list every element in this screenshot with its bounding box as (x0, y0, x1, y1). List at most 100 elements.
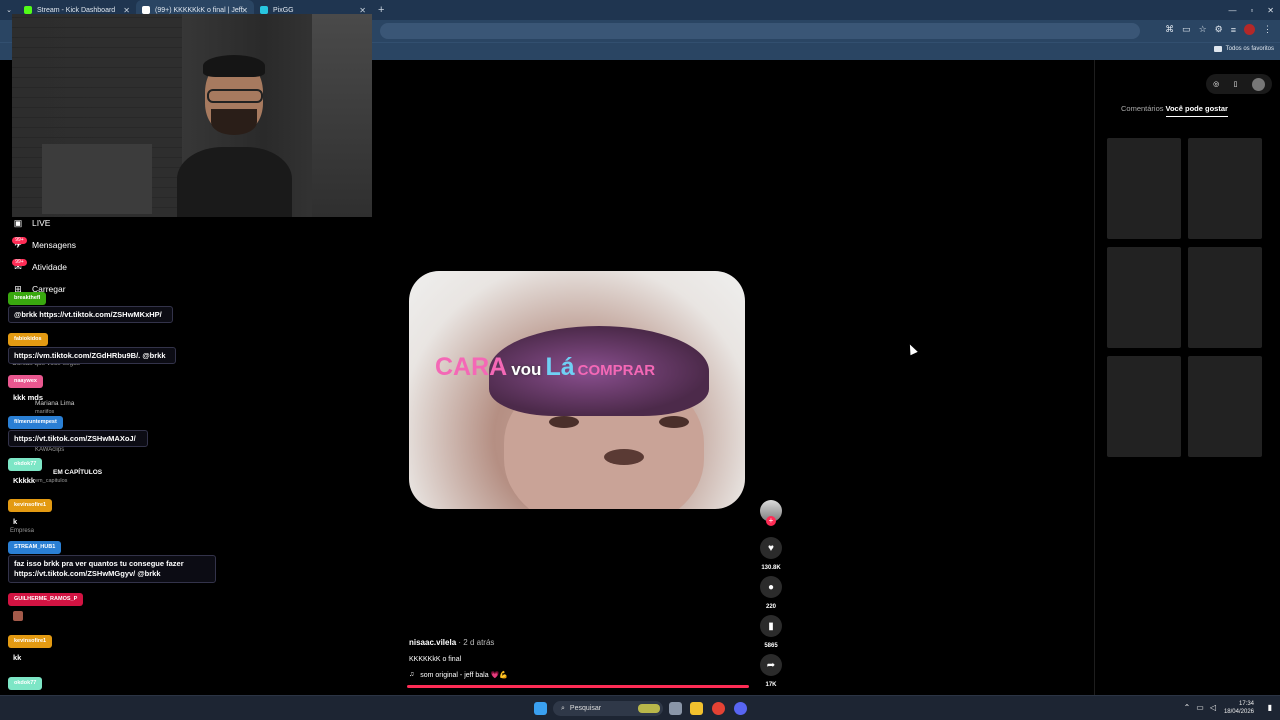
clock[interactable]: 17:34 18/04/2026 (1224, 700, 1254, 716)
live-icon: ▣ (13, 217, 23, 228)
chat-message: faz isso brkk pra ver quantos tu consegu… (8, 555, 216, 583)
coin-icon[interactable]: ◎ (1213, 80, 1219, 88)
caption-word: Lá (545, 353, 575, 381)
bookmark-icon: ▮ (760, 615, 782, 637)
chat-username: kevinsofire1 (8, 499, 53, 512)
video-eye (549, 416, 579, 428)
profile-avatar[interactable] (1244, 24, 1255, 35)
chat-emote (13, 611, 23, 621)
share-icon: ➦ (760, 654, 782, 676)
network-icon[interactable]: ▭ (1196, 703, 1204, 712)
user-avatar[interactable] (1251, 77, 1265, 91)
suggested-thumbnail[interactable] (1107, 138, 1181, 239)
windows-taskbar: ⌕ Pesquisar ⌃ ▭ ◁ 17:34 18/04/2026 ▮ (0, 695, 1280, 720)
media-icon[interactable]: ≡ (1231, 25, 1236, 35)
new-tab-button[interactable]: + (372, 4, 390, 16)
streamer-body (177, 147, 292, 217)
notification-icon[interactable]: ▮ (1268, 703, 1272, 712)
messages-badge: 99+ (12, 237, 27, 244)
suggested-thumbnail[interactable] (1188, 247, 1262, 348)
chat-username: GUILHERME_RAMOS_P (8, 593, 84, 606)
file-explorer-icon[interactable] (690, 702, 703, 715)
chat-message: https://vm.tiktok.com/ZGdHRbu9B/. @brkk (8, 347, 176, 364)
streamer-hair (203, 55, 265, 77)
weather-icon[interactable] (638, 704, 660, 713)
caption-word: COMPRAR (577, 362, 656, 379)
menu-icon[interactable]: ⋮ (1263, 24, 1272, 35)
url-input[interactable] (380, 23, 1140, 39)
extensions-icon[interactable]: ⚙ (1215, 24, 1223, 35)
suggested-thumbnail[interactable] (1107, 356, 1181, 457)
suggested-thumbnail[interactable] (1107, 247, 1181, 348)
nav-label: LIVE (32, 218, 51, 228)
webcam-overlay (12, 14, 372, 217)
star-icon[interactable]: ☆ (1199, 24, 1207, 35)
account-name[interactable]: EM CAPÍTULOS (53, 469, 102, 476)
kick-favicon-icon (24, 6, 32, 14)
chat-message: @brkk https://vt.tiktok.com/ZSHwMKxHP/ (8, 306, 173, 323)
translate-icon[interactable]: ⌘ (1165, 24, 1174, 35)
streamer (177, 55, 292, 217)
author-avatar-button[interactable]: + (760, 500, 782, 526)
tab-comments[interactable]: Comentários (1121, 104, 1164, 117)
rp-tabs: Comentários Você pode gostar (1121, 104, 1228, 117)
chat-message: kk (13, 653, 22, 662)
windows-start-icon[interactable] (534, 702, 547, 715)
device-icon[interactable]: ▯ (1234, 80, 1238, 88)
background-shelf (42, 144, 152, 214)
video-sound[interactable]: ♫ som original - jeff bala 💗💪 (409, 671, 508, 679)
nav-item-live[interactable]: ▣ LIVE (12, 217, 51, 229)
chat-username: fabiokidos (8, 333, 48, 346)
comment-icon: ● (760, 576, 782, 598)
discord-icon[interactable] (734, 702, 747, 715)
chevron-up-icon[interactable]: ⌃ (1184, 703, 1191, 712)
music-note-icon: ♫ (409, 671, 415, 678)
system-tray: ⌃ ▭ ◁ (1184, 703, 1216, 712)
cast-icon[interactable]: ▭ (1182, 24, 1191, 35)
account-name[interactable]: KAWAclips (35, 447, 64, 453)
search-icon: ⌕ (561, 704, 565, 712)
chat-username: STREAM_HUB1 (8, 541, 62, 554)
activity-badge: 99+ (12, 259, 27, 266)
all-bookmarks[interactable]: Todos os favoritos (1213, 46, 1274, 52)
chat-username: breakthefl (8, 292, 47, 305)
suggested-thumbnail[interactable] (1188, 138, 1262, 239)
video-description: KKKKKkK o final (409, 656, 462, 663)
folder-icon (1213, 46, 1222, 52)
right-panel: ◎ ▯ Comentários Você pode gostar (1094, 60, 1280, 695)
suggested-thumbnail[interactable] (1188, 356, 1262, 457)
like-button[interactable]: ♥ 130.8K (760, 537, 782, 571)
streamer-glasses (207, 89, 263, 103)
video-caption: CARA vou Lá COMPRAR (435, 353, 655, 382)
save-button[interactable]: ▮ 5865 (760, 615, 782, 649)
streamer-beard (211, 109, 257, 135)
caption-word: CARA (435, 353, 508, 381)
author-name[interactable]: nisaac.vilela (409, 638, 456, 647)
video-author[interactable]: nisaac.vilela · 2 d atrás (409, 638, 494, 647)
account-handle[interactable]: mariifos (35, 409, 54, 415)
nav-label: Atividade (32, 262, 67, 272)
share-button[interactable]: ➦ 17K (760, 654, 782, 688)
comment-button[interactable]: ● 220 (760, 576, 782, 610)
video-player[interactable]: CARA vou Lá COMPRAR (409, 271, 745, 509)
follow-plus-icon[interactable]: + (766, 516, 776, 526)
sound-name: som original - jeff bala 💗💪 (420, 672, 508, 679)
close-window-icon[interactable]: ✕ (1267, 6, 1274, 15)
video-eye (659, 416, 689, 428)
minimize-icon[interactable]: — (1228, 6, 1236, 15)
pixgg-favicon-icon (260, 6, 268, 14)
task-view-icon[interactable] (669, 702, 682, 715)
tab-title: (99+) KKKKKkK o final | Jeff (155, 6, 243, 14)
maximize-icon[interactable]: ▫ (1250, 6, 1253, 15)
window-controls: — ▫ ✕ (1228, 0, 1274, 20)
chat-username: okdok77 (8, 677, 43, 690)
chat-message: k (13, 517, 18, 526)
chat-username: naaywex (8, 375, 43, 388)
toolbar-icons: ⌘ ▭ ☆ ⚙ ≡ ⋮ (1165, 24, 1272, 35)
speaker-icon[interactable]: ◁ (1210, 703, 1216, 712)
clock-time: 17:34 (1238, 701, 1254, 707)
video-progress-bar[interactable] (407, 685, 749, 688)
tab-you-may-like[interactable]: Você pode gostar (1165, 104, 1228, 117)
chrome-icon[interactable] (712, 702, 725, 715)
comment-count: 220 (765, 604, 776, 610)
